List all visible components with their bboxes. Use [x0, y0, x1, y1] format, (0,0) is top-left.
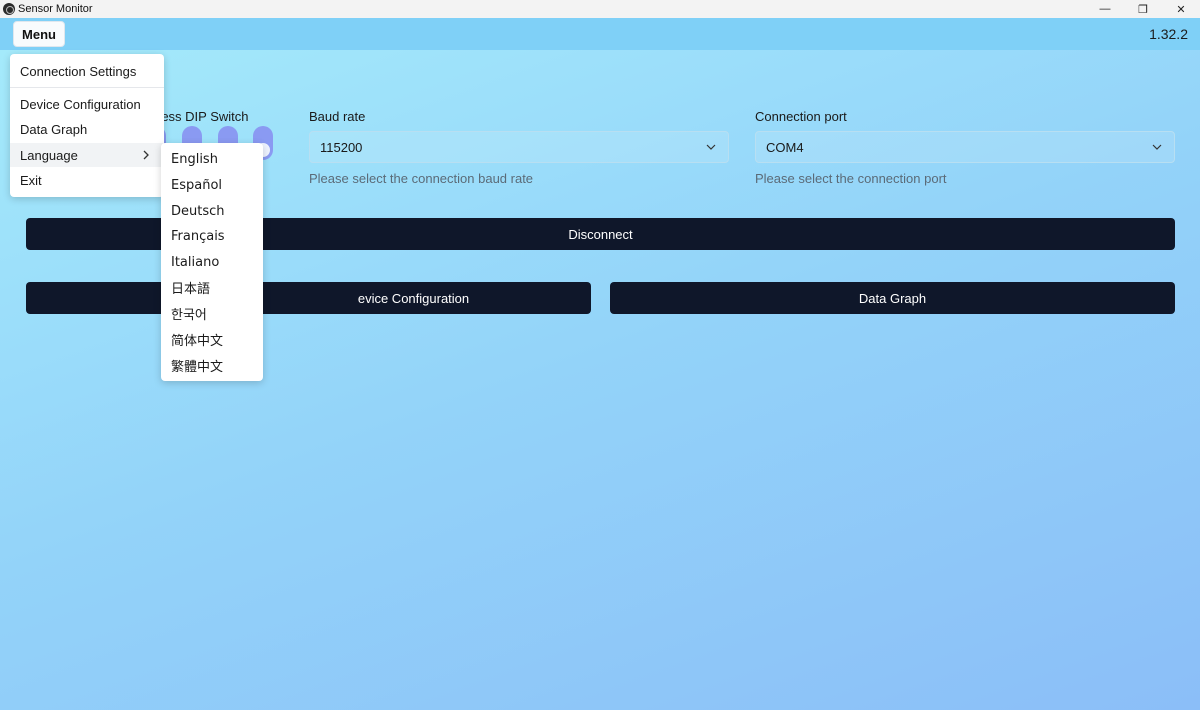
menu-item-device-configuration[interactable]: Device Configuration: [10, 92, 164, 116]
language-item-english[interactable]: English: [161, 147, 263, 171]
language-item-french[interactable]: Français: [161, 224, 263, 248]
language-item-japanese[interactable]: 日本語: [161, 275, 263, 299]
minimize-button[interactable]: —: [1086, 0, 1124, 18]
app-logo-icon: [3, 3, 15, 15]
menu-item-label: Data Graph: [20, 121, 88, 137]
close-icon: ✕: [1176, 3, 1186, 16]
language-item-traditional-chinese[interactable]: 繁體中文: [161, 353, 263, 377]
baud-rate-label: Baud rate: [309, 109, 366, 124]
menu-item-label: Exit: [20, 172, 42, 188]
language-item-simplified-chinese[interactable]: 简体中文: [161, 327, 263, 351]
window-title: Sensor Monitor: [18, 3, 93, 15]
menu-divider: [10, 87, 164, 88]
chevron-down-icon: [704, 140, 718, 154]
device-configuration-button[interactable]: evice Configuration: [26, 282, 591, 314]
chevron-down-icon: [1150, 140, 1164, 154]
dip-switch-label: ress DIP Switch: [157, 109, 249, 124]
connection-port-helper: Please select the connection port: [755, 171, 947, 186]
app-bar: Menu 1.32.2: [0, 18, 1200, 50]
connection-port-select[interactable]: COM4: [755, 131, 1175, 163]
baud-rate-helper: Please select the connection baud rate: [309, 171, 534, 186]
language-item-spanish[interactable]: Español: [161, 173, 263, 197]
language-item-italian[interactable]: Italiano: [161, 250, 263, 274]
menu-item-data-graph[interactable]: Data Graph: [10, 117, 164, 141]
chevron-right-icon: [142, 149, 152, 161]
menu-item-language[interactable]: Language: [10, 143, 164, 167]
language-submenu: English Español Deutsch Français Italian…: [161, 143, 263, 381]
language-item-german[interactable]: Deutsch: [161, 199, 263, 223]
baud-rate-value: 115200: [320, 139, 363, 155]
restore-button[interactable]: ❐: [1124, 0, 1162, 18]
menu-item-label: Language: [20, 147, 78, 163]
language-item-korean[interactable]: 한국어: [161, 301, 263, 325]
menu-item-connection-settings[interactable]: Connection Settings: [10, 59, 164, 83]
connection-port-value: COM4: [766, 139, 804, 155]
connection-port-label: Connection port: [755, 109, 847, 124]
menu-item-exit[interactable]: Exit: [10, 168, 164, 192]
data-graph-button[interactable]: Data Graph: [610, 282, 1175, 314]
window-controls: — ❐ ✕: [1086, 0, 1200, 18]
title-bar: Sensor Monitor — ❐ ✕: [0, 0, 1200, 18]
menu-item-label: Device Configuration: [20, 96, 141, 112]
main-menu-dropdown: Connection Settings Device Configuration…: [10, 54, 164, 197]
menu-item-label: Connection Settings: [20, 63, 137, 79]
baud-rate-select[interactable]: 115200: [309, 131, 729, 163]
minimize-icon: —: [1099, 3, 1111, 15]
menu-button[interactable]: Menu: [13, 21, 65, 47]
restore-icon: ❐: [1138, 3, 1148, 16]
close-button[interactable]: ✕: [1162, 0, 1200, 18]
version-label: 1.32.2: [1149, 26, 1188, 42]
